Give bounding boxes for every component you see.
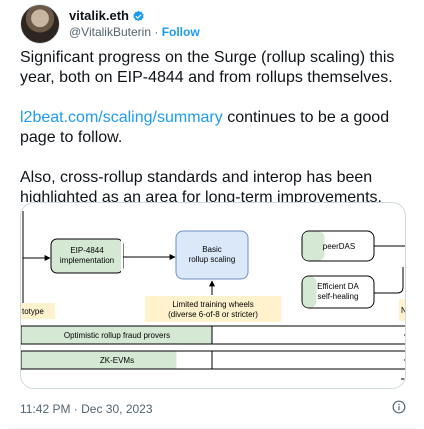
follow-button[interactable]: Follow — [162, 25, 200, 39]
svg-text:totype: totype — [22, 307, 44, 316]
tweet-card: vitalik.eth @VitalikButerin · Follow Sig… — [0, 0, 424, 429]
node-basic-rollup-scaling: Basic rollup scaling — [175, 230, 249, 280]
svg-text:N: N — [401, 306, 406, 315]
bar-fraud-provers-label: Optimistic rollup fraud provers — [64, 331, 170, 340]
handle-row: @VitalikButerin · Follow — [69, 24, 200, 40]
avatar[interactable] — [20, 4, 60, 44]
node-basic-label-line1: Basic — [202, 245, 222, 254]
label-edge-n: N — [399, 299, 406, 321]
author-display-name[interactable]: vitalik.eth — [69, 8, 129, 24]
tweet-paragraph-1: Significant progress on the Surge (rollu… — [20, 49, 395, 86]
training-wheels-line1: Limited training wheels — [172, 300, 253, 309]
name-row: vitalik.eth — [69, 8, 200, 24]
label-training-wheels: Limited training wheels (diverse 6-of-8 … — [145, 296, 281, 322]
node-peerdas-label: peerDAS — [323, 242, 355, 251]
roadmap-diagram: EIP-4844 implementation Basic rollup sca… — [21, 211, 406, 380]
verified-badge-icon — [133, 10, 144, 21]
node-eip4844-label-line1: EIP-4844 — [70, 246, 104, 255]
line-efficient-right — [374, 267, 404, 294]
info-icon[interactable] — [392, 400, 406, 414]
node-efficient-label-line2: self-healing — [318, 292, 359, 301]
bar-zk-evms: ZK-EVMs — [21, 350, 405, 370]
node-eip4844: EIP-4844 implementation — [50, 238, 124, 274]
l2beat-link[interactable]: l2beat.com/scaling/summary — [20, 109, 223, 126]
attached-image[interactable]: EIP-4844 implementation Basic rollup sca… — [20, 202, 406, 389]
bar-fraud-provers: Optimistic rollup fraud provers — [21, 325, 405, 345]
tweet-timestamp[interactable]: 11:42 PM · Dec 30, 2023 — [20, 402, 153, 416]
node-efficient-da: Efficient DA self-healing — [301, 275, 375, 309]
author-handle[interactable]: @VitalikButerin — [69, 25, 151, 39]
label-prototype: totype — [21, 303, 55, 319]
author-info: vitalik.eth @VitalikButerin · Follow — [69, 8, 200, 40]
tweet-header: vitalik.eth @VitalikButerin · Follow — [20, 4, 200, 44]
node-eip4844-label-line2: implementation — [60, 256, 114, 265]
tweet-paragraph-2: l2beat.com/scaling/summary continues to … — [20, 108, 412, 148]
tweet-text: Significant progress on the Surge (rollu… — [20, 48, 412, 228]
training-wheels-line2: (diverse 6-of-8 or stricter) — [168, 310, 258, 319]
node-peerdas: peerDAS — [301, 230, 375, 262]
node-efficient-label-line1: Efficient DA — [317, 282, 359, 291]
node-basic-label-line2: rollup scaling — [189, 255, 236, 264]
bar-zk-evms-label: ZK-EVMs — [100, 356, 134, 365]
separator-dot: · — [154, 25, 159, 39]
